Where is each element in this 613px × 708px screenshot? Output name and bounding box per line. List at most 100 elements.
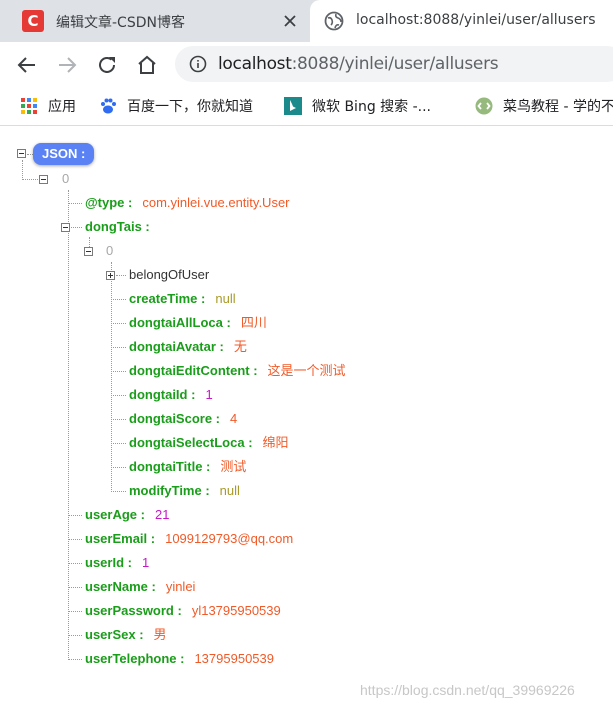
field-key: modifyTime : xyxy=(129,483,210,498)
tree-connector xyxy=(111,419,126,420)
reload-icon[interactable] xyxy=(95,53,119,77)
tree-connector xyxy=(68,611,82,612)
field-value: yl13795950539 xyxy=(191,603,281,618)
field-userid: userId : 1 xyxy=(85,554,149,572)
field-value: 绵阳 xyxy=(262,435,289,450)
field-dongtaiallloca: dongtaiAllLoca : 四川 xyxy=(129,314,267,332)
watermark-text: https://blog.csdn.net/qq_39969226 xyxy=(360,682,575,698)
tree-connector xyxy=(68,563,82,564)
url-text[interactable]: localhost:8088/yinlei/user/allusers xyxy=(218,54,499,74)
field-key: userEmail : xyxy=(85,531,156,546)
tree-connector xyxy=(116,275,126,276)
tree-guide xyxy=(111,262,112,492)
tree-connector xyxy=(68,203,82,204)
bookmark-baidu[interactable]: 百度一下，你就知道 xyxy=(99,96,253,116)
runoob-icon xyxy=(475,97,493,115)
field-dongtaiavatar: dongtaiAvatar : 无 xyxy=(129,338,247,356)
field-key: userId : xyxy=(85,555,132,570)
field-key: dongtaiAvatar : xyxy=(129,339,224,354)
field-value: 测试 xyxy=(220,459,247,474)
field-key: dongtaiEditContent : xyxy=(129,363,258,378)
apps-grid-icon xyxy=(21,98,37,114)
tree-connector xyxy=(68,539,82,540)
bing-icon xyxy=(284,97,302,115)
url-host: localhost xyxy=(218,54,292,74)
field-dongtaiid: dongtaiId : 1 xyxy=(129,386,213,404)
field-createtime: createTime : null xyxy=(129,290,236,308)
home-icon[interactable] xyxy=(135,53,159,77)
forward-arrow-icon[interactable] xyxy=(55,53,79,77)
field-key: dongtaiScore : xyxy=(129,411,221,426)
field-key: dongTais : xyxy=(85,219,150,234)
baidu-paw-icon xyxy=(101,98,116,114)
field-key: dongtaiSelectLoca : xyxy=(129,435,253,450)
field-value: 1099129793@qq.com xyxy=(165,531,294,546)
url-path: :8088/yinlei/user/allusers xyxy=(291,54,499,74)
tree-connector xyxy=(111,323,126,324)
field-key: userAge : xyxy=(85,507,145,522)
field-dongtaieditcontent: dongtaiEditContent : 这是一个测试 xyxy=(129,362,346,380)
bookmarks-bar: 应用 百度一下，你就知道 微软 Bing 搜索 -... 菜鸟教程 - 学的不 xyxy=(0,88,613,126)
back-arrow-icon[interactable] xyxy=(15,53,39,77)
field-value: 21 xyxy=(154,507,170,522)
field-useremail: userEmail : 1099129793@qq.com xyxy=(85,530,293,548)
field-userage: userAge : 21 xyxy=(85,506,169,524)
tree-connector xyxy=(68,515,82,516)
field-belongofuser: belongOfUser xyxy=(129,266,209,284)
root-json-badge[interactable]: JSON : xyxy=(33,143,95,165)
tab-localhost[interactable]: localhost:8088/yinlei/user/allusers xyxy=(310,0,613,42)
field-value: yinlei xyxy=(165,579,196,594)
array-index: 0 xyxy=(106,243,114,258)
field-dongtaiscore: dongtaiScore : 4 xyxy=(129,410,237,428)
bookmark-apps[interactable]: 应用 xyxy=(20,96,76,116)
field-dongtais: dongTais : xyxy=(85,218,150,236)
collapse-toggle-dongtais[interactable] xyxy=(61,223,70,232)
field-value: 1 xyxy=(205,387,213,402)
field-key: userName : xyxy=(85,579,156,594)
field-key: createTime : xyxy=(129,291,206,306)
expand-toggle-belongofuser[interactable] xyxy=(106,271,115,280)
field-key: userSex : xyxy=(85,627,144,642)
tab-title: localhost:8088/yinlei/user/allusers xyxy=(356,12,596,28)
bookmark-label: 菜鸟教程 - 学的不 xyxy=(503,99,613,115)
collapse-toggle-dongtai-0[interactable] xyxy=(84,247,93,256)
field-key: userTelephone : xyxy=(85,651,185,666)
field-value: com.yinlei.vue.entity.User xyxy=(142,195,290,210)
collapse-toggle-user-0[interactable] xyxy=(39,175,48,184)
tree-connector xyxy=(22,179,38,180)
field-value: 四川 xyxy=(240,315,267,330)
field-value: 这是一个测试 xyxy=(267,363,346,378)
tree-connector xyxy=(68,587,82,588)
field-value: 无 xyxy=(233,339,247,354)
field-key: @type : xyxy=(85,195,133,210)
bookmark-bing[interactable]: 微软 Bing 搜索 -... xyxy=(284,96,431,116)
info-icon[interactable] xyxy=(189,55,207,73)
tree-connector xyxy=(111,491,126,492)
tree-connector xyxy=(111,347,126,348)
collapse-toggle-root[interactable] xyxy=(17,149,26,158)
tree-connector xyxy=(71,227,82,228)
bookmark-label: 百度一下，你就知道 xyxy=(127,99,253,115)
tree-connector xyxy=(68,635,82,636)
tree-connector xyxy=(111,395,126,396)
field-dongtaititle: dongtaiTitle : 测试 xyxy=(129,458,246,476)
field-usertelephone: userTelephone : 13795950539 xyxy=(85,650,274,668)
array-index: 0 xyxy=(62,171,70,186)
field-username: userName : yinlei xyxy=(85,578,195,596)
tree-connector xyxy=(111,299,126,300)
tree-guide xyxy=(22,160,23,180)
tab-csdn-editor[interactable]: C 编辑文章-CSDN博客 xyxy=(0,0,305,42)
field-key: userPassword : xyxy=(85,603,182,618)
field-key: dongtaiTitle : xyxy=(129,459,211,474)
field-value: 4 xyxy=(230,411,238,426)
field-userpassword: userPassword : yl13795950539 xyxy=(85,602,281,620)
bookmark-runoob[interactable]: 菜鸟教程 - 学的不 xyxy=(475,96,613,116)
field-type: @type : com.yinlei.vue.entity.User xyxy=(85,194,290,212)
field-value: 男 xyxy=(153,627,167,642)
field-value: 1 xyxy=(141,555,150,570)
tree-connector xyxy=(111,371,126,372)
field-usersex: userSex : 男 xyxy=(85,626,167,644)
tree-connector xyxy=(111,443,126,444)
json-viewer: JSON : 0 @type : com.yinlei.vue.entity.Us… xyxy=(0,127,613,708)
close-icon[interactable] xyxy=(282,13,298,29)
